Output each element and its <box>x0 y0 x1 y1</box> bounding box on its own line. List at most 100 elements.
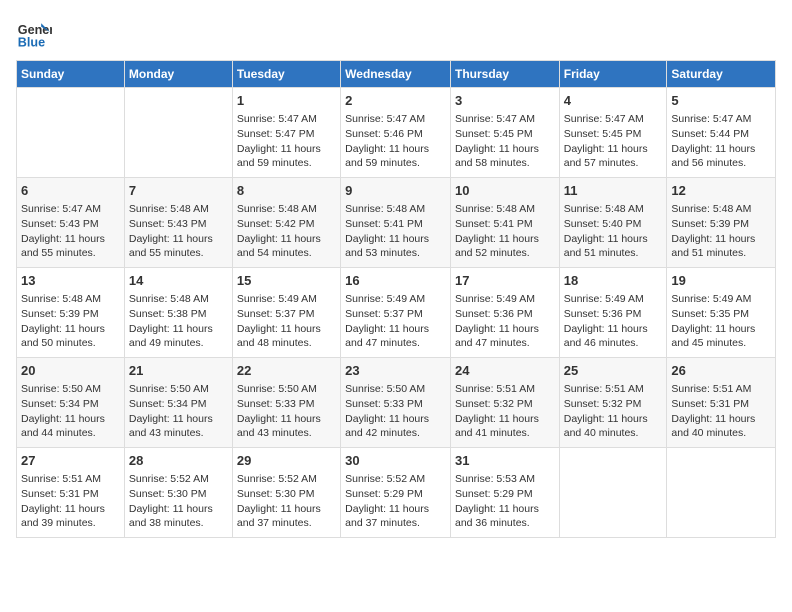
day-of-week-header: Tuesday <box>232 61 340 88</box>
day-info: Sunrise: 5:49 AM Sunset: 5:37 PM Dayligh… <box>345 292 446 351</box>
day-info: Sunrise: 5:49 AM Sunset: 5:36 PM Dayligh… <box>564 292 663 351</box>
day-number: 29 <box>237 452 336 470</box>
day-info: Sunrise: 5:53 AM Sunset: 5:29 PM Dayligh… <box>455 472 555 531</box>
day-info: Sunrise: 5:51 AM Sunset: 5:31 PM Dayligh… <box>21 472 120 531</box>
calendar-cell: 19 Sunrise: 5:49 AM Sunset: 5:35 PM Dayli… <box>667 268 776 358</box>
day-number: 24 <box>455 362 555 380</box>
calendar-cell: 18 Sunrise: 5:49 AM Sunset: 5:36 PM Dayli… <box>559 268 667 358</box>
calendar-cell: 28Sunrise: 5:52 AM Sunset: 5:30 PM Dayli… <box>124 448 232 538</box>
day-info: Sunrise: 5:48 AM Sunset: 5:38 PM Dayligh… <box>129 292 228 351</box>
day-info: Sunrise: 5:52 AM Sunset: 5:29 PM Dayligh… <box>345 472 446 531</box>
day-info: Sunrise: 5:49 AM Sunset: 5:35 PM Dayligh… <box>671 292 771 351</box>
calendar-cell: 6 Sunrise: 5:47 AM Sunset: 5:43 PM Daylig… <box>17 178 125 268</box>
day-number: 10 <box>455 182 555 200</box>
day-number: 28 <box>129 452 228 470</box>
day-info: Sunrise: 5:48 AM Sunset: 5:41 PM Dayligh… <box>345 202 446 261</box>
calendar-cell: 4 Sunrise: 5:47 AM Sunset: 5:45 PM Daylig… <box>559 88 667 178</box>
day-info: Sunrise: 5:50 AM Sunset: 5:33 PM Dayligh… <box>237 382 336 441</box>
day-info: Sunrise: 5:47 AM Sunset: 5:47 PM Dayligh… <box>237 112 336 171</box>
calendar-cell: 31Sunrise: 5:53 AM Sunset: 5:29 PM Dayli… <box>450 448 559 538</box>
calendar-cell: 20 Sunrise: 5:50 AM Sunset: 5:34 PM Dayli… <box>17 358 125 448</box>
day-number: 13 <box>21 272 120 290</box>
day-number: 6 <box>21 182 120 200</box>
day-number: 19 <box>671 272 771 290</box>
day-number: 27 <box>21 452 120 470</box>
calendar-cell: 15 Sunrise: 5:49 AM Sunset: 5:37 PM Dayli… <box>232 268 340 358</box>
calendar-cell <box>124 88 232 178</box>
day-of-week-header: Saturday <box>667 61 776 88</box>
calendar-cell: 14Sunrise: 5:48 AM Sunset: 5:38 PM Dayli… <box>124 268 232 358</box>
calendar-cell: 22 Sunrise: 5:50 AM Sunset: 5:33 PM Dayli… <box>232 358 340 448</box>
day-number: 11 <box>564 182 663 200</box>
day-info: Sunrise: 5:52 AM Sunset: 5:30 PM Dayligh… <box>237 472 336 531</box>
calendar-cell: 9 Sunrise: 5:48 AM Sunset: 5:41 PM Daylig… <box>341 178 451 268</box>
calendar-cell <box>667 448 776 538</box>
day-info: Sunrise: 5:48 AM Sunset: 5:43 PM Dayligh… <box>129 202 228 261</box>
day-info: Sunrise: 5:51 AM Sunset: 5:31 PM Dayligh… <box>671 382 771 441</box>
calendar-week-row: 20 Sunrise: 5:50 AM Sunset: 5:34 PM Dayli… <box>17 358 776 448</box>
page-header: General Blue <box>16 16 776 52</box>
day-info: Sunrise: 5:47 AM Sunset: 5:45 PM Dayligh… <box>564 112 663 171</box>
day-number: 5 <box>671 92 771 110</box>
day-info: Sunrise: 5:48 AM Sunset: 5:40 PM Dayligh… <box>564 202 663 261</box>
calendar-cell: 16 Sunrise: 5:49 AM Sunset: 5:37 PM Dayli… <box>341 268 451 358</box>
calendar-table: SundayMondayTuesdayWednesdayThursdayFrid… <box>16 60 776 538</box>
day-number: 2 <box>345 92 446 110</box>
day-number: 22 <box>237 362 336 380</box>
day-number: 15 <box>237 272 336 290</box>
day-number: 21 <box>129 362 228 380</box>
day-number: 25 <box>564 362 663 380</box>
day-number: 18 <box>564 272 663 290</box>
day-number: 17 <box>455 272 555 290</box>
calendar-cell: 10 Sunrise: 5:48 AM Sunset: 5:41 PM Dayli… <box>450 178 559 268</box>
day-number: 23 <box>345 362 446 380</box>
day-of-week-header: Sunday <box>17 61 125 88</box>
calendar-cell: 30Sunrise: 5:52 AM Sunset: 5:29 PM Dayli… <box>341 448 451 538</box>
day-info: Sunrise: 5:51 AM Sunset: 5:32 PM Dayligh… <box>455 382 555 441</box>
calendar-cell: 1 Sunrise: 5:47 AM Sunset: 5:47 PM Daylig… <box>232 88 340 178</box>
day-info: Sunrise: 5:48 AM Sunset: 5:39 PM Dayligh… <box>671 202 771 261</box>
calendar-cell: 7 Sunrise: 5:48 AM Sunset: 5:43 PM Daylig… <box>124 178 232 268</box>
calendar-cell: 2 Sunrise: 5:47 AM Sunset: 5:46 PM Daylig… <box>341 88 451 178</box>
day-of-week-header: Wednesday <box>341 61 451 88</box>
day-number: 4 <box>564 92 663 110</box>
calendar-cell: 25 Sunrise: 5:51 AM Sunset: 5:32 PM Dayli… <box>559 358 667 448</box>
calendar-cell: 23 Sunrise: 5:50 AM Sunset: 5:33 PM Dayli… <box>341 358 451 448</box>
day-number: 9 <box>345 182 446 200</box>
day-of-week-header: Thursday <box>450 61 559 88</box>
calendar-cell: 26Sunrise: 5:51 AM Sunset: 5:31 PM Dayli… <box>667 358 776 448</box>
calendar-week-row: 13 Sunrise: 5:48 AM Sunset: 5:39 PM Dayli… <box>17 268 776 358</box>
day-number: 16 <box>345 272 446 290</box>
calendar-week-row: 1 Sunrise: 5:47 AM Sunset: 5:47 PM Daylig… <box>17 88 776 178</box>
calendar-body: 1 Sunrise: 5:47 AM Sunset: 5:47 PM Daylig… <box>17 88 776 538</box>
calendar-cell: 29 Sunrise: 5:52 AM Sunset: 5:30 PM Dayli… <box>232 448 340 538</box>
day-info: Sunrise: 5:48 AM Sunset: 5:42 PM Dayligh… <box>237 202 336 261</box>
calendar-cell: 11 Sunrise: 5:48 AM Sunset: 5:40 PM Dayli… <box>559 178 667 268</box>
day-info: Sunrise: 5:50 AM Sunset: 5:34 PM Dayligh… <box>21 382 120 441</box>
day-number: 8 <box>237 182 336 200</box>
day-info: Sunrise: 5:48 AM Sunset: 5:39 PM Dayligh… <box>21 292 120 351</box>
day-number: 1 <box>237 92 336 110</box>
day-info: Sunrise: 5:49 AM Sunset: 5:37 PM Dayligh… <box>237 292 336 351</box>
day-info: Sunrise: 5:47 AM Sunset: 5:46 PM Dayligh… <box>345 112 446 171</box>
day-of-week-header: Monday <box>124 61 232 88</box>
svg-text:Blue: Blue <box>18 36 45 50</box>
calendar-week-row: 27 Sunrise: 5:51 AM Sunset: 5:31 PM Dayli… <box>17 448 776 538</box>
calendar-cell: 8 Sunrise: 5:48 AM Sunset: 5:42 PM Daylig… <box>232 178 340 268</box>
logo: General Blue <box>16 16 52 52</box>
day-info: Sunrise: 5:48 AM Sunset: 5:41 PM Dayligh… <box>455 202 555 261</box>
calendar-header-row: SundayMondayTuesdayWednesdayThursdayFrid… <box>17 61 776 88</box>
day-info: Sunrise: 5:47 AM Sunset: 5:43 PM Dayligh… <box>21 202 120 261</box>
day-number: 7 <box>129 182 228 200</box>
calendar-cell: 3Sunrise: 5:47 AM Sunset: 5:45 PM Daylig… <box>450 88 559 178</box>
day-info: Sunrise: 5:51 AM Sunset: 5:32 PM Dayligh… <box>564 382 663 441</box>
calendar-cell: 21 Sunrise: 5:50 AM Sunset: 5:34 PM Dayli… <box>124 358 232 448</box>
calendar-cell: 12 Sunrise: 5:48 AM Sunset: 5:39 PM Dayli… <box>667 178 776 268</box>
calendar-cell: 27 Sunrise: 5:51 AM Sunset: 5:31 PM Dayli… <box>17 448 125 538</box>
day-number: 3 <box>455 92 555 110</box>
calendar-cell: 17Sunrise: 5:49 AM Sunset: 5:36 PM Dayli… <box>450 268 559 358</box>
day-number: 12 <box>671 182 771 200</box>
day-info: Sunrise: 5:50 AM Sunset: 5:33 PM Dayligh… <box>345 382 446 441</box>
day-info: Sunrise: 5:50 AM Sunset: 5:34 PM Dayligh… <box>129 382 228 441</box>
day-number: 20 <box>21 362 120 380</box>
